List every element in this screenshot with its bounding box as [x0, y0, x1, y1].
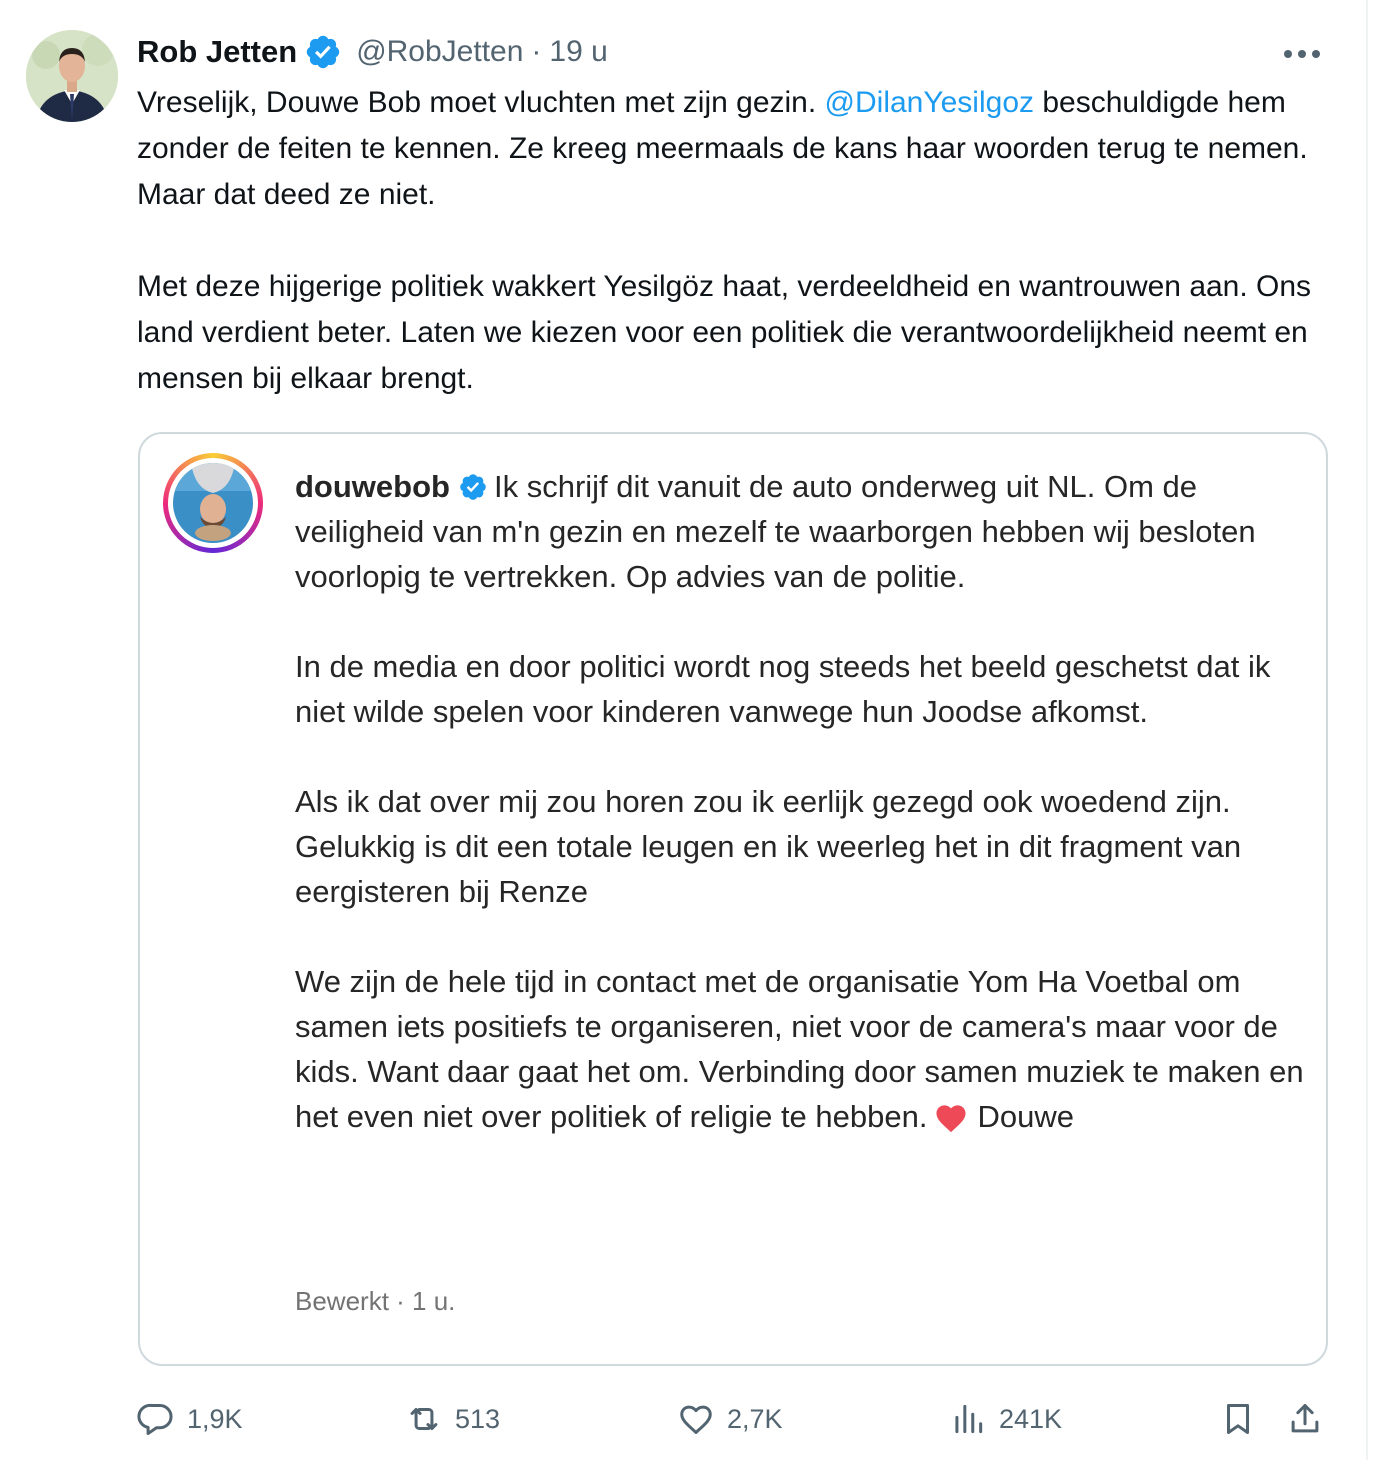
- tweet-text: Vreselijk, Douwe Bob moet vluchten met z…: [137, 80, 1337, 402]
- author-avatar[interactable]: [26, 30, 118, 122]
- share-button[interactable]: [1285, 1396, 1325, 1442]
- quoted-post-text: douwebob Ik schrijf dit vanuit de auto on…: [295, 464, 1305, 1139]
- share-icon: [1291, 1404, 1319, 1433]
- like-count: 2,7K: [727, 1403, 783, 1434]
- heart-emoji-icon: [933, 1100, 969, 1133]
- quoted-username: douwebob: [295, 469, 450, 504]
- more-icon[interactable]: [1284, 50, 1320, 58]
- tweet-paragraph-2: Met deze hijgerige politiek wakkert Yesi…: [137, 270, 1312, 395]
- repost-count: 513: [455, 1403, 501, 1434]
- repost-button[interactable]: 513: [405, 1396, 500, 1442]
- views-button[interactable]: 241K: [949, 1396, 1062, 1442]
- action-bar: 1,9K 513 2,7K 241K: [137, 1396, 1337, 1442]
- verified-badge-icon: [458, 469, 488, 500]
- reply-count: 1,9K: [187, 1403, 243, 1434]
- edited-timestamp: Bewerkt · 1 u.: [295, 1286, 456, 1316]
- quoted-screenshot-card[interactable]: douwebob Ik schrijf dit vanuit de auto on…: [138, 432, 1328, 1366]
- author-handle[interactable]: @RobJetten: [356, 35, 523, 69]
- reply-button[interactable]: 1,9K: [137, 1396, 243, 1442]
- quoted-paragraph-2: In de media en door politici wordt nog s…: [295, 649, 1271, 729]
- repost-icon: [410, 1407, 438, 1431]
- quoted-paragraph-4: We zijn de hele tijd in contact met de o…: [295, 959, 1305, 1139]
- quoted-paragraph-3: Als ik dat over mij zou horen zou ik eer…: [295, 784, 1242, 864]
- like-button[interactable]: 2,7K: [677, 1396, 783, 1442]
- author-name[interactable]: Rob Jetten: [137, 34, 297, 70]
- mention-link[interactable]: @DilanYesilgoz: [825, 86, 1034, 119]
- bookmark-icon: [1226, 1404, 1250, 1434]
- tweet-text-intro: Vreselijk, Douwe Bob moet vluchten met z…: [137, 86, 825, 119]
- bookmark-button[interactable]: [1218, 1396, 1258, 1442]
- quoted-signoff: Douwe: [977, 1099, 1074, 1134]
- instagram-story-avatar: [163, 453, 263, 553]
- quoted-paragraph-4-text: We zijn de hele tijd in contact met de o…: [295, 964, 1304, 1134]
- views-count: 241K: [999, 1403, 1063, 1434]
- quoted-paragraph-3-line-2: eergisteren bij Renze: [295, 874, 588, 909]
- timeline-divider: [1366, 0, 1368, 1460]
- like-icon: [680, 1405, 712, 1434]
- header-separator: ·: [531, 35, 542, 68]
- quoted-paragraph-1: douwebob Ik schrijf dit vanuit de auto on…: [295, 464, 1305, 599]
- verified-badge-icon[interactable]: [304, 33, 342, 71]
- tweet-header: Rob Jetten @RobJetten · 19 u: [137, 30, 608, 74]
- views-icon: [955, 1404, 983, 1434]
- reply-icon: [137, 1403, 173, 1436]
- tweet-paragraph-1: Vreselijk, Douwe Bob moet vluchten met z…: [137, 80, 1337, 218]
- tweet-timestamp[interactable]: 19 u: [549, 35, 607, 69]
